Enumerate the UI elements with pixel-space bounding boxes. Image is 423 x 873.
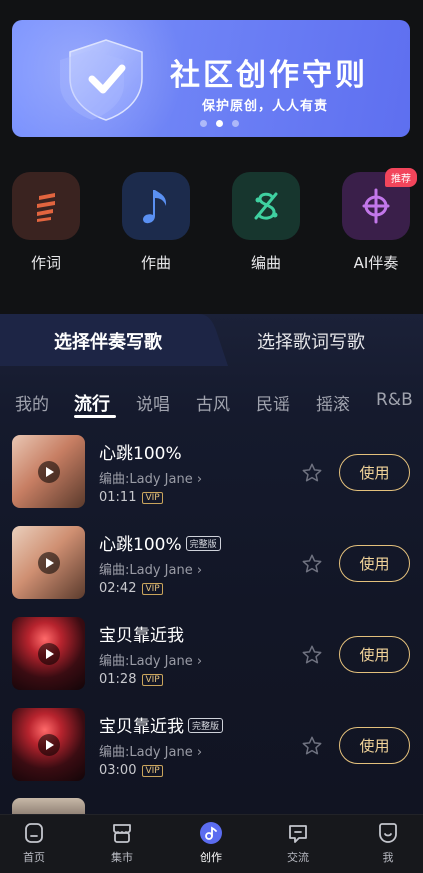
song-title: 心跳100% 完整版 — [99, 530, 221, 555]
compose-tile[interactable] — [122, 172, 190, 240]
tool-arrange[interactable]: 编曲 — [231, 172, 301, 273]
star-icon[interactable] — [301, 644, 323, 666]
song-arranger[interactable]: 编曲:Lady Jane › — [99, 741, 202, 760]
use-button[interactable]: 使用 — [339, 454, 410, 491]
song-row[interactable]: 心跳100% 完整版 编曲:Lady Jane › 02:42 VIP 使用 — [0, 526, 423, 606]
home-icon — [25, 823, 43, 843]
song-row[interactable]: 宝贝靠近我 完整版 编曲:Lady Jane › 03:00 VIP 使用 — [0, 708, 423, 788]
nav-profile[interactable]: 我 — [358, 821, 418, 865]
vip-badge: VIP — [142, 765, 163, 777]
full-version-tag: 完整版 — [188, 718, 224, 733]
tool-label: AI伴奏 — [353, 254, 399, 272]
chevron-right-icon: › — [196, 745, 203, 760]
song-title: 心跳100% — [99, 444, 182, 464]
ai-accompany-icon — [362, 188, 390, 224]
song-arranger[interactable]: 编曲:Lady Jane › — [99, 650, 202, 669]
genre-tab-folk[interactable]: 民谣 — [256, 390, 290, 415]
creation-tools: 作词 作曲 编曲 推荐 AI伴奏 — [0, 168, 423, 282]
profile-icon — [379, 823, 397, 843]
recommend-badge: 推荐 — [385, 168, 417, 187]
star-icon[interactable] — [301, 553, 323, 575]
song-cover[interactable] — [12, 708, 85, 781]
bottom-nav: 首页 集市 创作 交流 我 — [0, 814, 423, 873]
shield-check-icon — [60, 39, 143, 121]
community-guidelines-banner[interactable]: 社区创作守则 保护原创，人人有责 — [12, 20, 410, 137]
music-note-icon — [143, 190, 167, 224]
chat-icon — [289, 825, 307, 843]
tool-label: 作词 — [30, 254, 61, 272]
use-button[interactable]: 使用 — [339, 545, 410, 582]
vip-badge: VIP — [142, 492, 163, 504]
banner-pagination — [200, 120, 239, 127]
song-row[interactable]: 宝贝靠近我 编曲:Lady Jane › 01:28 VIP 使用 — [0, 617, 423, 697]
tool-ai-accompany[interactable]: 推荐 AI伴奏 — [341, 168, 417, 273]
nav-chat[interactable]: 交流 — [268, 821, 328, 865]
play-icon[interactable] — [38, 734, 60, 756]
play-icon[interactable] — [38, 461, 60, 483]
genre-tabs: 我的 流行 说唱 古风 民谣 摇滚 R&B — [0, 390, 423, 420]
play-icon[interactable] — [38, 643, 60, 665]
song-duration: 01:11 VIP — [99, 490, 163, 505]
use-button[interactable]: 使用 — [339, 727, 410, 764]
tab-choose-accompaniment[interactable]: 选择伴奏写歌 — [54, 328, 162, 354]
song-title: 宝贝靠近我 完整版 — [99, 712, 224, 737]
genre-tab-pop[interactable]: 流行 — [74, 390, 110, 416]
pagination-dot-active[interactable] — [216, 120, 223, 127]
nav-label: 集市 — [111, 851, 133, 864]
song-duration: 03:00 VIP — [99, 763, 163, 778]
chevron-right-icon: › — [196, 472, 203, 487]
lyrics-icon — [37, 193, 55, 222]
vip-badge: VIP — [142, 583, 163, 595]
arrange-icon — [254, 192, 278, 220]
song-cover[interactable] — [12, 435, 85, 508]
star-icon[interactable] — [301, 735, 323, 757]
genre-active-underline — [74, 415, 116, 418]
banner-title: 社区创作守则 — [170, 58, 368, 93]
nav-label: 创作 — [200, 851, 222, 864]
nav-create[interactable]: 创作 — [181, 821, 241, 865]
song-duration: 01:28 VIP — [99, 672, 163, 687]
nav-market[interactable]: 集市 — [92, 821, 152, 865]
create-icon — [200, 822, 222, 844]
banner-subtitle: 保护原创，人人有责 — [202, 99, 329, 114]
genre-tab-rap[interactable]: 说唱 — [136, 390, 170, 415]
song-arranger[interactable]: 编曲:Lady Jane › — [99, 559, 202, 578]
genre-tab-mine[interactable]: 我的 — [15, 390, 49, 415]
play-icon[interactable] — [38, 552, 60, 574]
song-cover[interactable] — [12, 526, 85, 599]
star-icon[interactable] — [301, 462, 323, 484]
vip-badge: VIP — [142, 674, 163, 686]
tool-label: 编曲 — [250, 254, 281, 272]
pagination-dot[interactable] — [232, 120, 239, 127]
full-version-tag: 完整版 — [185, 536, 221, 551]
tab-choose-lyrics[interactable]: 选择歌词写歌 — [257, 328, 365, 354]
genre-tab-rnb[interactable]: R&B — [376, 390, 413, 410]
song-title: 宝贝靠近我 — [99, 626, 184, 646]
song-cover[interactable] — [12, 617, 85, 690]
tool-compose[interactable]: 作曲 — [121, 172, 191, 273]
nav-label: 交流 — [287, 851, 309, 864]
tool-label: 作曲 — [140, 254, 171, 272]
chevron-right-icon: › — [196, 563, 203, 578]
nav-home[interactable]: 首页 — [4, 821, 64, 865]
genre-tab-rock[interactable]: 摇滚 — [316, 390, 350, 415]
chevron-right-icon: › — [196, 654, 203, 669]
song-row[interactable]: 心跳100% 编曲:Lady Jane › 01:11 VIP 使用 — [0, 435, 423, 515]
arrange-tile[interactable] — [232, 172, 300, 240]
lyrics-tile[interactable] — [12, 172, 80, 240]
use-button[interactable]: 使用 — [339, 636, 410, 673]
nav-label: 首页 — [23, 851, 45, 864]
market-icon — [113, 824, 131, 843]
song-duration: 02:42 VIP — [99, 581, 163, 596]
genre-tab-ancient[interactable]: 古风 — [196, 390, 230, 415]
pagination-dot[interactable] — [200, 120, 207, 127]
tool-lyrics[interactable]: 作词 — [11, 172, 81, 273]
nav-label: 我 — [382, 851, 394, 864]
song-arranger[interactable]: 编曲:Lady Jane › — [99, 468, 202, 487]
